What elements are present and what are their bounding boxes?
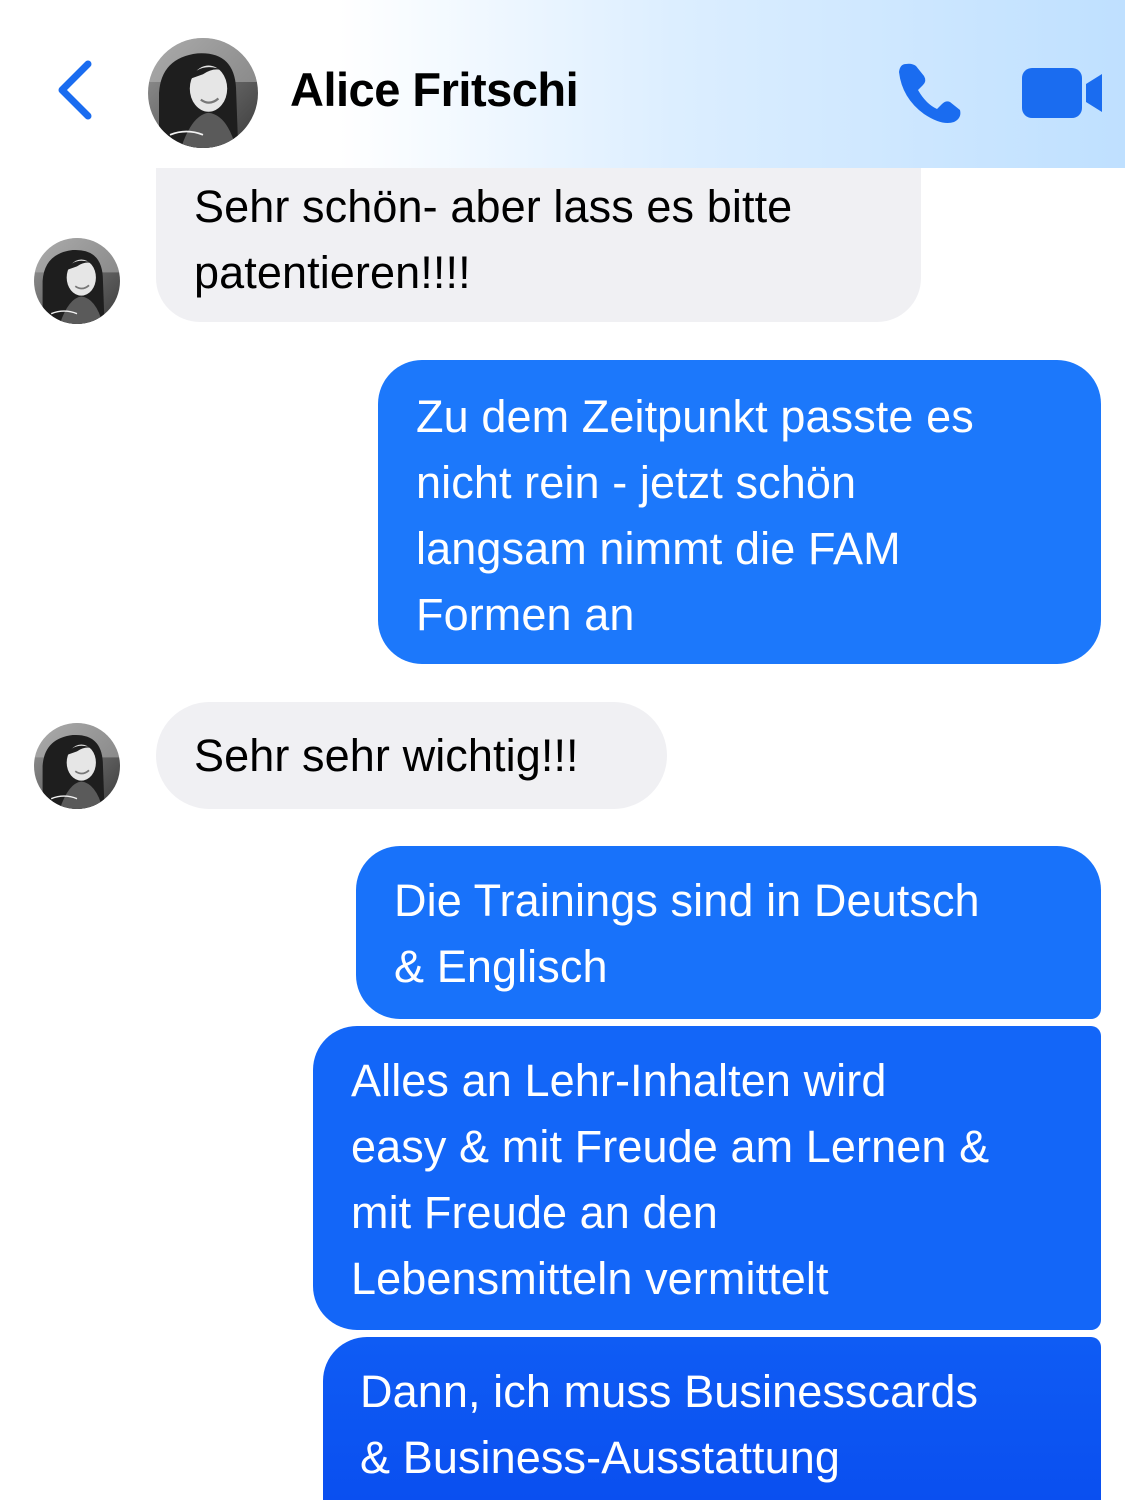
chat-header: Alice Fritschi bbox=[0, 0, 1125, 168]
contact-avatar[interactable] bbox=[148, 38, 258, 148]
outgoing-message[interactable]: Zu dem Zeitpunkt passte es nicht rein - … bbox=[378, 360, 1101, 664]
incoming-message[interactable]: Sehr schön- aber lass es bitte patentier… bbox=[156, 150, 921, 322]
video-call-button[interactable] bbox=[1018, 66, 1106, 120]
outgoing-message[interactable]: Die Trainings sind in Deutsch & Englisch bbox=[356, 846, 1101, 1019]
outgoing-message[interactable]: Alles an Lehr-Inhalten wird easy & mit F… bbox=[313, 1026, 1101, 1330]
incoming-message[interactable]: Sehr sehr wichtig!!! bbox=[156, 702, 667, 809]
phone-icon bbox=[899, 63, 961, 123]
back-button[interactable] bbox=[48, 58, 104, 122]
audio-call-button[interactable] bbox=[892, 58, 968, 128]
sender-avatar bbox=[34, 723, 120, 809]
sender-avatar bbox=[34, 238, 120, 324]
video-camera-icon bbox=[1022, 68, 1102, 118]
outgoing-message[interactable]: Dann, ich muss Businesscards & Business-… bbox=[323, 1337, 1101, 1500]
contact-name[interactable]: Alice Fritschi bbox=[290, 62, 579, 117]
chevron-left-icon bbox=[58, 60, 92, 120]
